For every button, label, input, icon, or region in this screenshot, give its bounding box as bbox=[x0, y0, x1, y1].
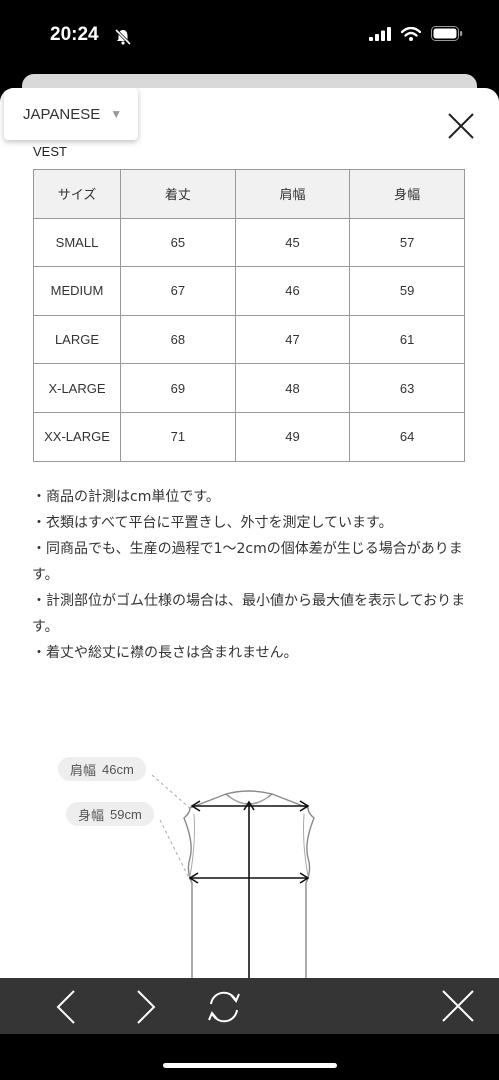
table-row: MEDIUM 67 46 59 bbox=[34, 267, 465, 316]
table-cell: 65 bbox=[121, 218, 236, 268]
table-header-cell: 着丈 bbox=[121, 170, 236, 219]
status-time: 20:24 bbox=[50, 24, 99, 45]
table-header-cell: 肩幅 bbox=[235, 170, 351, 219]
refresh-button[interactable] bbox=[205, 988, 243, 1026]
table-cell: XX-LARGE bbox=[34, 412, 121, 462]
table-cell: 71 bbox=[121, 412, 236, 462]
refresh-icon bbox=[208, 991, 240, 1023]
table-cell: X-LARGE bbox=[34, 364, 121, 413]
note-item: ・同商品でも、生産の過程で1〜2cmの個体差が生じる場合があります。 bbox=[32, 541, 463, 583]
table-row: SMALL 65 45 57 bbox=[34, 218, 465, 268]
close-icon bbox=[448, 113, 474, 139]
table-header-cell: 身幅 bbox=[350, 170, 465, 219]
table-cell: 59 bbox=[350, 267, 465, 316]
table-cell: 63 bbox=[350, 364, 465, 413]
table-cell: 49 bbox=[235, 412, 351, 462]
table-row: XX-LARGE 71 49 64 bbox=[34, 412, 465, 462]
section-title: VEST bbox=[33, 144, 67, 159]
chevron-left-icon bbox=[56, 990, 75, 1024]
size-table: サイズ 着丈 肩幅 身幅 SMALL 65 45 57 MEDIUM 67 46… bbox=[33, 169, 465, 462]
table-row: X-LARGE 69 48 63 bbox=[34, 364, 465, 413]
table-cell: 47 bbox=[235, 315, 351, 365]
chevron-right-icon bbox=[137, 990, 156, 1024]
forward-button[interactable] bbox=[126, 988, 164, 1026]
bell-slash-icon bbox=[114, 28, 132, 50]
note-item: ・衣類はすべて平台に平置きし、外寸を測定しています。 bbox=[32, 515, 393, 531]
table-row: LARGE 68 47 61 bbox=[34, 315, 465, 365]
table-header-cell: サイズ bbox=[34, 170, 121, 219]
table-cell: 69 bbox=[121, 364, 236, 413]
battery-icon bbox=[431, 26, 463, 45]
size-chart-sheet: JAPANESE ▼ VEST サイズ 着丈 肩幅 身幅 SMALL 65 45… bbox=[0, 88, 499, 978]
table-cell: SMALL bbox=[34, 218, 121, 268]
measurement-notes: ・商品の計測はcm単位です。 ・衣類はすべて平台に平置きし、外寸を測定しています… bbox=[32, 484, 472, 666]
table-cell: 68 bbox=[121, 315, 236, 365]
caret-down-icon: ▼ bbox=[110, 107, 123, 121]
browser-toolbar bbox=[0, 978, 499, 1034]
table-cell: 57 bbox=[350, 218, 465, 268]
table-cell: 64 bbox=[350, 412, 465, 462]
note-item: ・商品の計測はcm単位です。 bbox=[32, 489, 220, 505]
close-button[interactable] bbox=[447, 112, 475, 140]
language-label: JAPANESE bbox=[23, 105, 101, 123]
signal-icon bbox=[369, 26, 391, 45]
language-dropdown[interactable]: JAPANESE ▼ bbox=[4, 88, 138, 140]
table-cell: 45 bbox=[235, 218, 351, 268]
close-tab-button[interactable] bbox=[440, 988, 478, 1026]
back-button[interactable] bbox=[48, 988, 86, 1026]
vest-measurement-diagram: 肩幅 46cm 身幅 59cm bbox=[0, 748, 499, 978]
note-item: ・着丈や総丈に襟の長さは含まれません。 bbox=[32, 645, 298, 661]
table-header-row: サイズ 着丈 肩幅 身幅 bbox=[34, 170, 465, 219]
table-cell: 61 bbox=[350, 315, 465, 365]
table-cell: 46 bbox=[235, 267, 351, 316]
wifi-icon bbox=[400, 26, 422, 45]
note-item: ・計測部位がゴム仕様の場合は、最小値から最大値を表示しております。 bbox=[32, 593, 466, 635]
table-cell: MEDIUM bbox=[34, 267, 121, 316]
table-cell: LARGE bbox=[34, 315, 121, 365]
vest-outline-icon bbox=[151, 774, 315, 978]
home-indicator[interactable] bbox=[163, 1063, 337, 1068]
close-icon bbox=[442, 990, 474, 1022]
table-cell: 48 bbox=[235, 364, 351, 413]
table-cell: 67 bbox=[121, 267, 236, 316]
status-bar: 20:24 bbox=[0, 0, 499, 74]
